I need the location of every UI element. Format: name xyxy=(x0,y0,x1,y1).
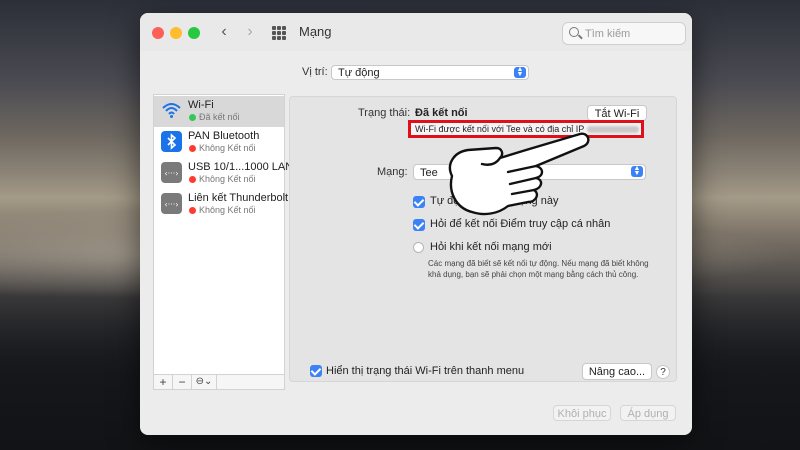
bluetooth-icon xyxy=(161,131,182,152)
ask-hotspot-checkbox[interactable] xyxy=(413,219,425,231)
service-status: Đã kết nối xyxy=(199,112,240,122)
network-name: Tee xyxy=(420,167,438,179)
pointing-hand-icon xyxy=(448,132,590,216)
turn-off-wifi-button[interactable]: Tắt Wi-Fi xyxy=(587,105,647,121)
service-list: Wi-Fi Đã kết nối PAN Bluetooth Không Kết… xyxy=(153,94,293,390)
service-name: PAN Bluetooth xyxy=(188,130,260,142)
status-value: Đã kết nối xyxy=(415,107,468,119)
forward-icon[interactable]: › xyxy=(239,22,261,42)
status-dot-icon xyxy=(189,207,196,214)
zoom-button[interactable] xyxy=(188,27,200,39)
ethernet-icon: ‹···› xyxy=(161,193,182,214)
search-field[interactable] xyxy=(562,22,686,45)
title-bar: ‹ › Mạng xyxy=(140,13,692,51)
status-dot-icon xyxy=(189,145,196,152)
location-value: Tự động xyxy=(338,67,380,79)
service-status: Không Kết nối xyxy=(199,143,256,153)
search-input[interactable] xyxy=(583,25,683,43)
advanced-button[interactable]: Nâng cao... xyxy=(582,363,652,380)
auto-join-checkbox[interactable] xyxy=(413,196,425,208)
service-item-bluetooth[interactable]: PAN Bluetooth Không Kết nối xyxy=(154,127,284,158)
help-button[interactable]: ? xyxy=(656,365,670,379)
add-service-button[interactable]: + xyxy=(154,375,173,389)
service-name: Liên kết Thunderbolt xyxy=(188,192,289,204)
known-networks-hint: Các mạng đã biết sẽ kết nối tự động. Nếu… xyxy=(428,259,649,279)
service-status: Không Kết nối xyxy=(199,205,256,215)
window-title: Mạng xyxy=(299,24,332,39)
service-name: USB 10/1...1000 LAN xyxy=(188,161,294,173)
minimize-button[interactable] xyxy=(170,27,182,39)
service-item-usb-lan[interactable]: ‹···› USB 10/1...1000 LAN Không Kết nối xyxy=(154,158,293,189)
wifi-icon xyxy=(161,100,182,121)
ask-new-network-label: Hỏi khi kết nối mạng mới xyxy=(430,241,552,253)
action-menu-button[interactable]: ⊖⌄ xyxy=(192,375,217,389)
service-status: Không Kết nối xyxy=(199,174,256,184)
service-list-toolbar: + − ⊖⌄ xyxy=(153,374,285,390)
service-name: Wi-Fi xyxy=(188,99,214,111)
service-item-thunderbolt[interactable]: ‹···› Liên kết Thunderbolt Không Kết nối xyxy=(154,189,288,220)
ethernet-icon: ‹···› xyxy=(161,162,182,183)
network-label: Mạng: xyxy=(377,166,408,178)
network-preferences-window: ‹ › Mạng Vị trí: Tự động ▲▼ Wi-Fi Đã kết… xyxy=(140,13,692,435)
status-dot-icon xyxy=(189,176,196,183)
remove-service-button[interactable]: − xyxy=(173,375,192,389)
show-in-menubar-label: Hiển thị trạng thái Wi-Fi trên thanh men… xyxy=(326,365,525,377)
status-label: Trạng thái: xyxy=(358,107,411,119)
search-icon xyxy=(569,27,579,37)
location-select[interactable]: Tự động ▲ ▼ xyxy=(331,65,529,80)
back-icon[interactable]: ‹ xyxy=(213,22,235,42)
service-item-wifi[interactable]: Wi-Fi Đã kết nối xyxy=(154,96,284,127)
ask-new-network-checkbox[interactable] xyxy=(413,242,424,253)
svg-text:‹···›: ‹···› xyxy=(164,200,178,209)
svg-text:‹···›: ‹···› xyxy=(164,169,178,178)
show-in-menubar-checkbox[interactable] xyxy=(310,365,322,377)
close-button[interactable] xyxy=(152,27,164,39)
revert-button[interactable]: Khôi phục xyxy=(553,405,611,421)
updown-chevron-icon: ▲ ▼ xyxy=(514,66,526,78)
status-dot-icon xyxy=(189,114,196,121)
updown-chevron-icon: ▲ ▼ xyxy=(631,165,643,177)
location-label: Vị trí: xyxy=(302,66,328,78)
show-all-grid-icon[interactable] xyxy=(272,26,286,40)
apply-button[interactable]: Áp dụng xyxy=(620,405,676,421)
